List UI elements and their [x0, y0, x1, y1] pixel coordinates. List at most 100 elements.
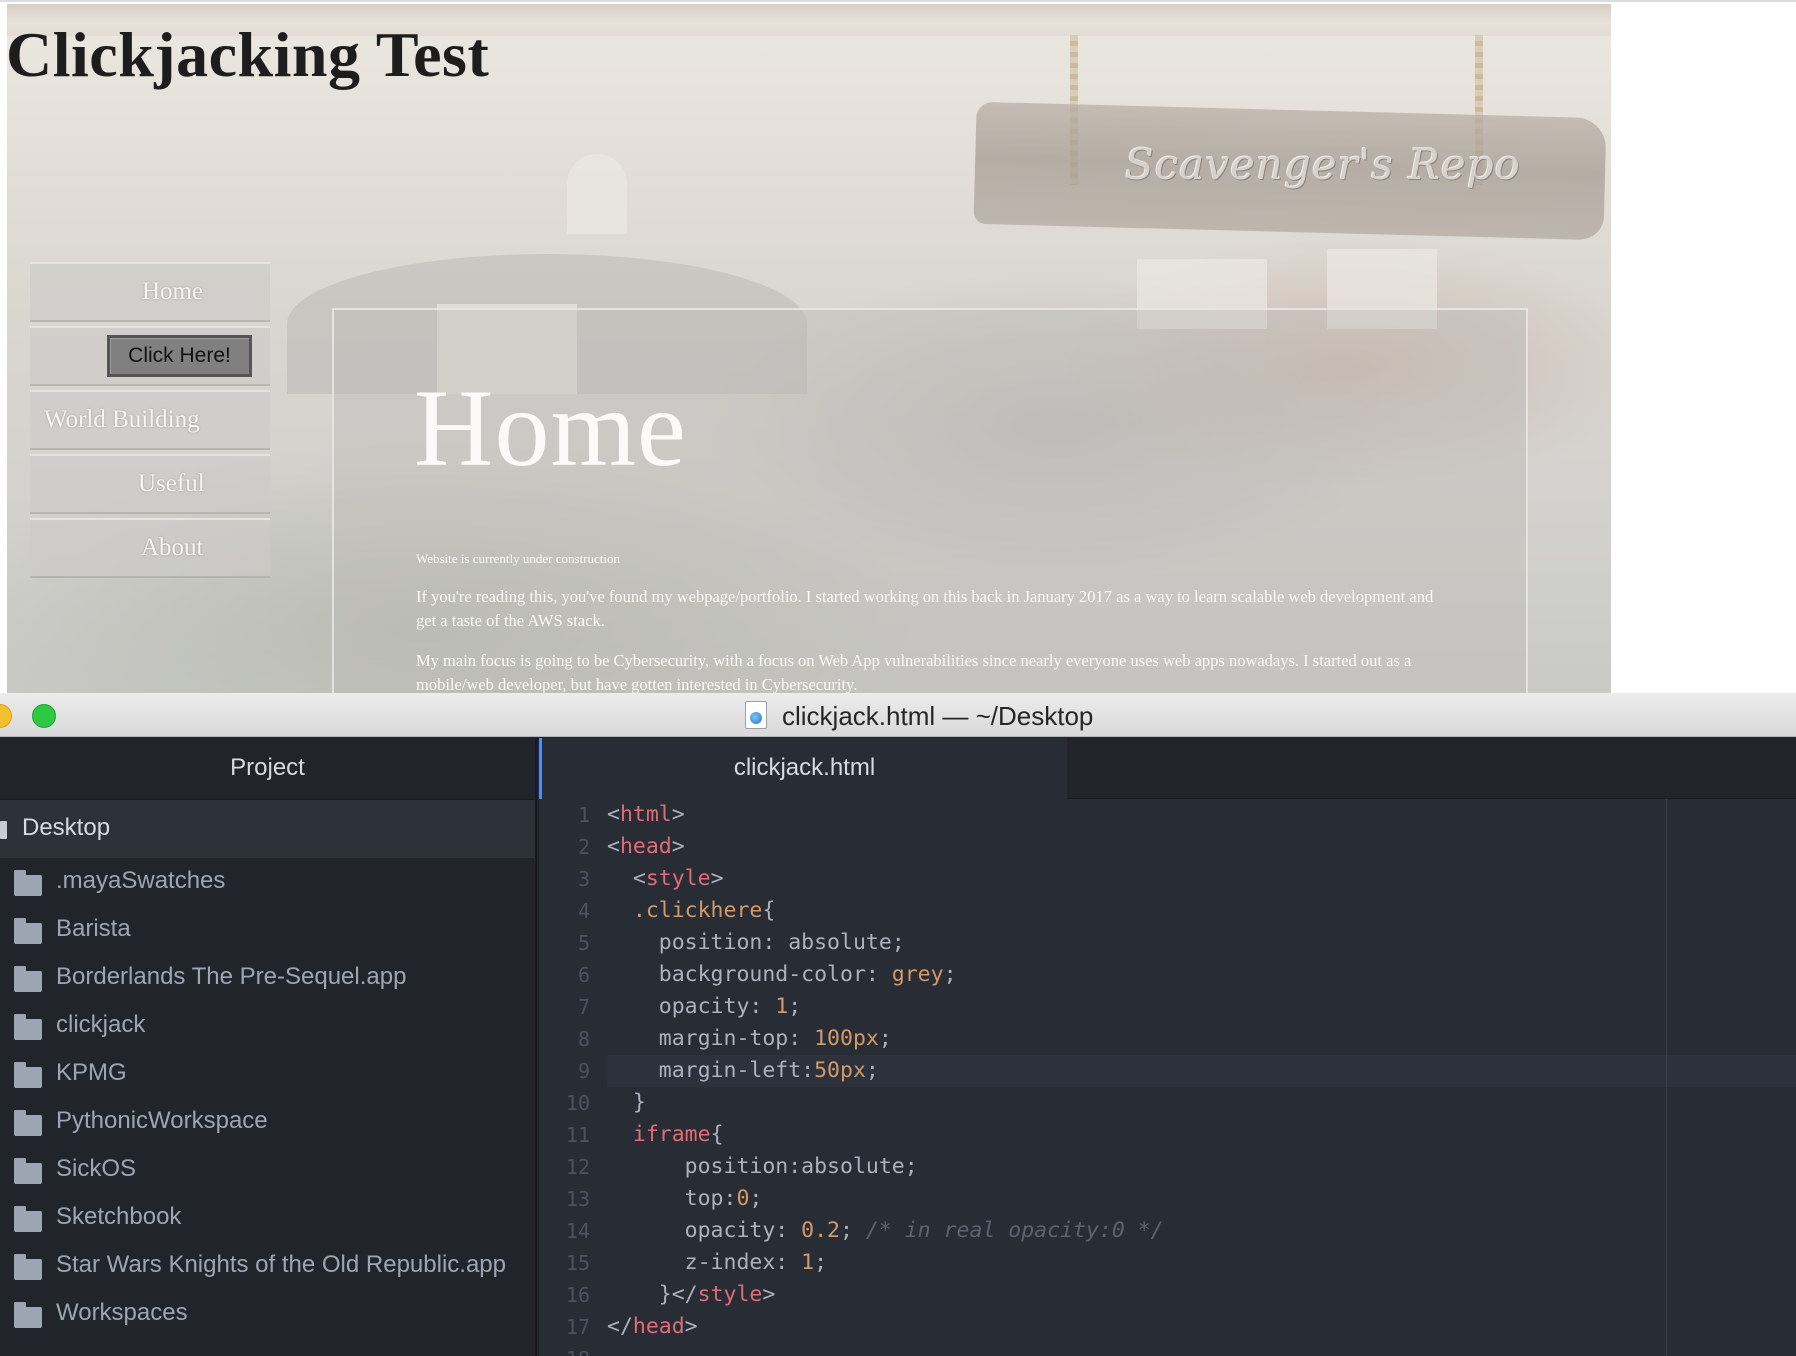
tree-item[interactable]: Borderlands The Pre-Sequel.app	[0, 954, 535, 1002]
construction-note: Website is currently under construction	[416, 551, 621, 566]
minimize-button[interactable]	[0, 704, 12, 728]
tree-item[interactable]: KPMG	[0, 1050, 535, 1098]
code-token: top:	[607, 1186, 737, 1211]
code-line[interactable]: <html>	[607, 799, 1796, 831]
code-token: ;	[878, 1026, 892, 1051]
code-token: position: absolute;	[607, 930, 905, 955]
line-number: 3	[577, 867, 590, 891]
line-number: 18	[539, 1343, 599, 1356]
code-line[interactable]: opacity: 0.2; /* in real opacity:0 */	[607, 1215, 1796, 1247]
code-token: }	[607, 1090, 646, 1115]
browser-top-border	[0, 0, 1796, 2]
code-line[interactable]: iframe{	[607, 1119, 1796, 1151]
line-number-gutter: 123456789101112131415161718	[539, 799, 599, 1356]
code-token: grey	[891, 962, 944, 987]
code-line[interactable]: <style>	[607, 863, 1796, 895]
nav-item-home[interactable]: Home	[30, 262, 270, 322]
code-token: ;	[788, 994, 802, 1019]
folder-icon	[14, 1110, 42, 1136]
code-line[interactable]: position: absolute;	[607, 927, 1796, 959]
code-token: html	[619, 802, 672, 827]
line-number: 2	[577, 835, 590, 859]
nav-item-label: World Building	[44, 406, 200, 433]
tree-root-desktop[interactable]: Desktop	[0, 800, 535, 858]
code-line[interactable]	[607, 1343, 1796, 1356]
code-token: >	[710, 866, 724, 891]
tree-item[interactable]: SickOS	[0, 1146, 535, 1194]
tree-item[interactable]: Workspaces	[0, 1290, 535, 1338]
code-line[interactable]: }	[607, 1087, 1796, 1119]
line-number: 4	[577, 899, 590, 923]
code-line[interactable]: </head>	[607, 1311, 1796, 1343]
editor-window: clickjack.html — ~/Desktop Project Deskt…	[0, 693, 1796, 1356]
tree-item[interactable]: clickjack	[0, 1002, 535, 1050]
nav-item-label: About	[141, 534, 204, 561]
code-token: ;	[943, 962, 957, 987]
code-line[interactable]: top:0;	[607, 1183, 1796, 1215]
code-line[interactable]: <head>	[607, 831, 1796, 863]
code-token: style	[645, 866, 711, 891]
tree-item-label: KPMG	[56, 1059, 127, 1086]
code-token: >	[684, 1314, 698, 1339]
code-line[interactable]: margin-left:50px;	[607, 1055, 1796, 1087]
code-token: head	[619, 834, 672, 859]
tree-item[interactable]: PythonicWorkspace	[0, 1098, 535, 1146]
wrap-guide	[1666, 799, 1667, 1356]
code-token: iframe	[632, 1122, 711, 1147]
focus-paragraph: My main focus is going to be Cybersecuri…	[416, 651, 1412, 693]
tab-clickjack-html[interactable]: clickjack.html	[539, 738, 1067, 799]
line-number: 16	[565, 1283, 590, 1307]
tree-item-label: PythonicWorkspace	[56, 1107, 268, 1134]
code-token: >	[671, 834, 685, 859]
click-here-button[interactable]: Click Here!	[107, 335, 252, 377]
code-token: /* in real opacity:0 */	[865, 1218, 1164, 1243]
line-number: 17	[565, 1315, 590, 1339]
code-line[interactable]: background-color: grey;	[607, 959, 1796, 991]
nav-item-about[interactable]: About	[30, 518, 270, 578]
window-title: clickjack.html — ~/Desktop	[782, 701, 1094, 731]
tree-item[interactable]: .mayaSwatches	[0, 858, 535, 906]
nav-item-world-building[interactable]: World Building	[30, 390, 270, 450]
tree-item[interactable]: Barista	[0, 906, 535, 954]
folder-icon	[14, 1014, 42, 1040]
code-line[interactable]: z-index: 1;	[607, 1247, 1796, 1279]
line-number: 7	[577, 995, 590, 1019]
code-token: ;	[749, 1186, 763, 1211]
code-line[interactable]: .clickhere{	[607, 895, 1796, 927]
nav-item-useful[interactable]: Useful	[30, 454, 270, 514]
line-number: 8	[577, 1027, 590, 1051]
code-line[interactable]: }</style>	[607, 1279, 1796, 1311]
code-token: opacity:	[607, 1218, 802, 1243]
code-line[interactable]: opacity: 1;	[607, 991, 1796, 1023]
folder-icon	[14, 1302, 42, 1328]
code-token: z-index:	[607, 1250, 802, 1275]
line-number: 1	[577, 803, 590, 827]
zoom-button[interactable]	[32, 704, 56, 728]
editor-tabbar: clickjack.html	[539, 738, 1796, 799]
nav-item-label: Useful	[138, 470, 205, 497]
code-token: 0	[736, 1186, 750, 1211]
code-line[interactable]: margin-top: 100px;	[607, 1023, 1796, 1055]
code-token: ;	[865, 1058, 879, 1083]
code-line[interactable]: position:absolute;	[607, 1151, 1796, 1183]
line-number: 10	[565, 1091, 590, 1115]
code-token: 0.2	[801, 1218, 841, 1243]
code-token: >	[671, 802, 685, 827]
tree-item[interactable]: Sketchbook	[0, 1194, 535, 1242]
project-tab[interactable]: Project	[0, 738, 535, 800]
code-editor[interactable]: 123456789101112131415161718 <html><head>…	[539, 799, 1796, 1356]
code-token: style	[697, 1282, 763, 1307]
tree-item-label: Star Wars Knights of the Old Republic.ap…	[56, 1251, 506, 1278]
code-lines[interactable]: <html> <head> <style> .clickhere{ positio…	[607, 799, 1796, 1356]
code-token: }</	[607, 1282, 698, 1307]
folder-icon	[14, 918, 42, 944]
code-token: opacity:	[607, 994, 776, 1019]
tree-item[interactable]: Star Wars Knights of the Old Republic.ap…	[0, 1242, 535, 1290]
code-token: ;	[840, 1218, 866, 1243]
code-token: <	[607, 802, 620, 827]
code-token: .clickhere	[632, 898, 763, 923]
code-token: 1	[775, 994, 789, 1019]
tree-item-label: SickOS	[56, 1155, 137, 1182]
